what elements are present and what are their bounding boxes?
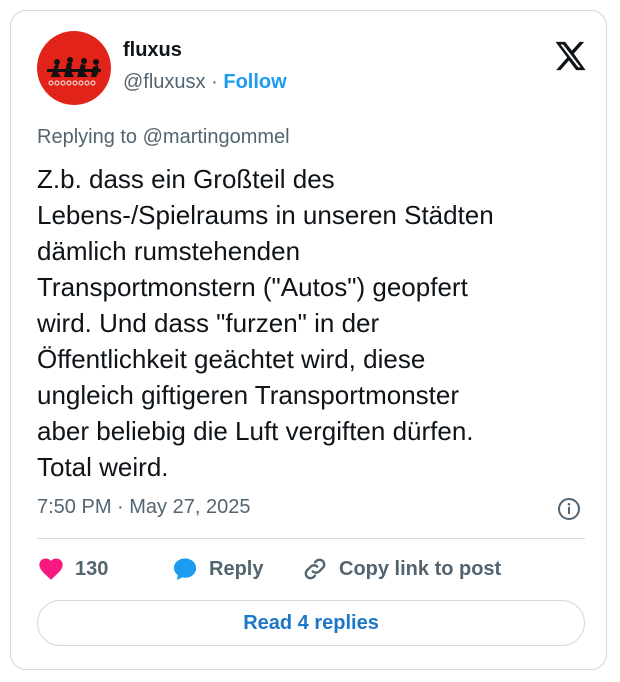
link-icon (304, 558, 326, 580)
x-logo-icon[interactable] (553, 39, 587, 73)
author-display-name[interactable]: fluxus (123, 39, 182, 62)
replying-to-label[interactable]: Replying to @martingommel (37, 126, 290, 149)
read-replies-button[interactable]: Read 4 replies (37, 600, 585, 646)
divider (37, 538, 585, 539)
reply-label: Reply (209, 557, 264, 580)
like-count: 130 (75, 557, 109, 580)
author-handle[interactable]: @fluxusx (123, 71, 206, 93)
avatar-figures-icon (47, 57, 101, 86)
tweet-timestamp[interactable]: 7:50 PM · May 27, 2025 (37, 496, 250, 519)
reply-bubble-icon (173, 558, 197, 581)
author-handle-row: @fluxusx · Follow (123, 71, 287, 94)
heart-icon (39, 558, 63, 580)
tweet-text: Z.b. dass ein Großteil des Lebens-/Spiel… (37, 164, 494, 482)
follow-button[interactable]: Follow (223, 71, 286, 93)
avatar[interactable] (37, 31, 111, 105)
info-icon[interactable] (557, 497, 581, 521)
tweet-card: fluxus @fluxusx · Follow Replying to @ma… (10, 10, 607, 670)
separator-dot: · (211, 71, 218, 93)
like-button[interactable]: 130 (37, 553, 108, 585)
copy-link-button[interactable]: Copy link to post (301, 553, 501, 585)
copy-link-label: Copy link to post (339, 557, 502, 580)
reply-button[interactable]: Reply (171, 553, 263, 585)
action-bar: 130 Reply Copy link to post (37, 553, 597, 585)
